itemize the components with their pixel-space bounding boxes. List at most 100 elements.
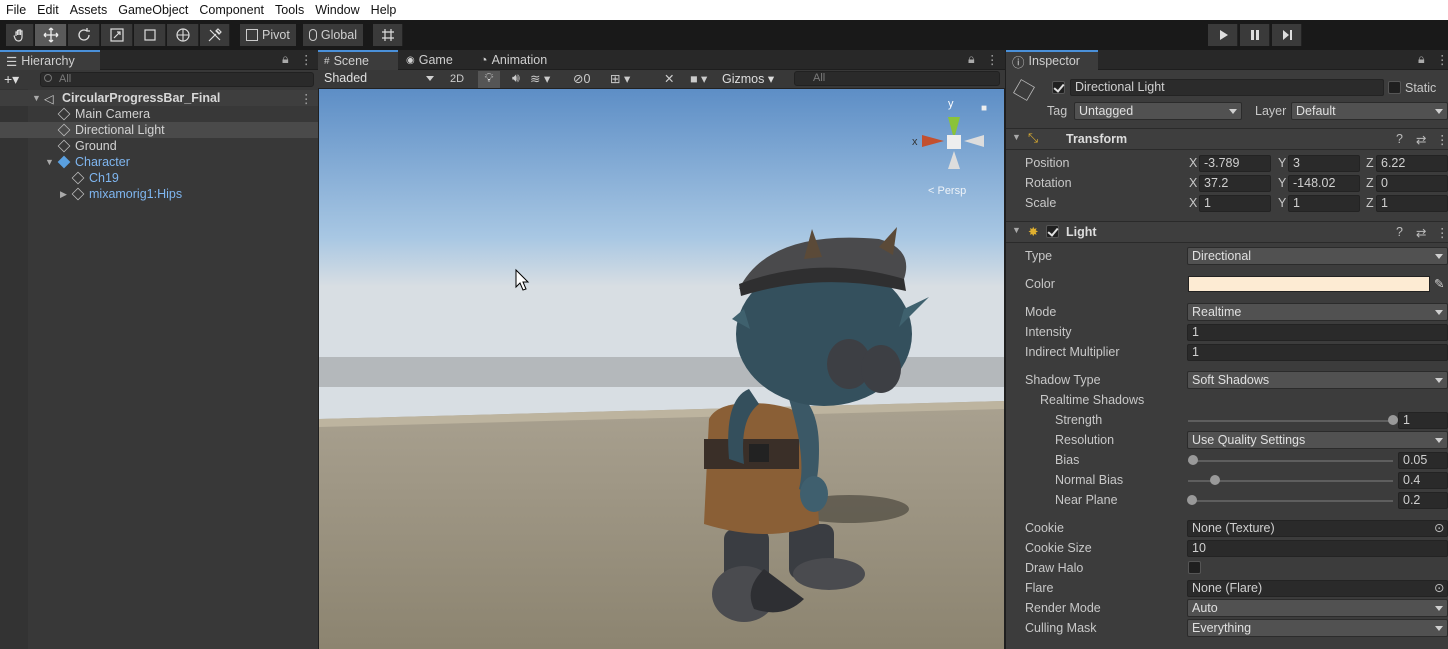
position-y-field[interactable]: 3 <box>1288 155 1360 172</box>
hierarchy-search-input[interactable]: All <box>40 72 314 87</box>
normal-bias-slider-handle[interactable] <box>1209 475 1220 485</box>
transform-tool-icon[interactable] <box>167 24 199 46</box>
menu-tools[interactable]: Tools <box>269 3 309 17</box>
scale-x-field[interactable]: 1 <box>1199 195 1271 212</box>
light-header[interactable]: ▼ ✸ Light ? ⇄ ⋮ <box>1006 221 1448 243</box>
menu-file[interactable]: File <box>0 3 31 17</box>
list-item[interactable]: Ch19 <box>0 170 318 186</box>
inspector-lock-icon[interactable]: 🔒︎ <box>1418 52 1425 67</box>
indirect-multiplier-field[interactable]: 1 <box>1187 344 1448 361</box>
rotation-y-field[interactable]: -148.02 <box>1288 175 1360 192</box>
rotate-tool-icon[interactable] <box>68 24 100 46</box>
menu-help[interactable]: Help <box>365 3 402 17</box>
pause-button[interactable] <box>1240 24 1270 46</box>
scale-y-field[interactable]: 1 <box>1288 195 1360 212</box>
layer-dropdown[interactable]: Default <box>1291 102 1448 120</box>
scale-z-field[interactable]: 1 <box>1376 195 1448 212</box>
move-tool-icon[interactable] <box>35 24 67 46</box>
component-menu-icon[interactable]: ⋮ <box>1436 132 1448 147</box>
collapse-arrow-icon[interactable]: ▶ <box>60 189 67 200</box>
cookie-size-field[interactable]: 10 <box>1187 540 1448 557</box>
list-item[interactable]: Main Camera <box>0 106 318 122</box>
intensity-field[interactable]: 1 <box>1187 324 1448 341</box>
culling-mask-dropdown[interactable]: Everything <box>1187 619 1448 637</box>
scene-menu-icon[interactable]: ⋮ <box>986 52 999 67</box>
shadow-type-dropdown[interactable]: Soft Shadows <box>1187 371 1448 389</box>
tab-hierarchy[interactable]: ☰ Hierarchy <box>0 50 100 70</box>
grid-snap-icon[interactable] <box>373 24 403 46</box>
tag-dropdown[interactable]: Untagged <box>1074 102 1242 120</box>
foldout-arrow-icon[interactable]: ▼ <box>1012 225 1021 235</box>
light-type-dropdown[interactable]: Directional <box>1187 247 1448 265</box>
strength-slider-track[interactable] <box>1188 420 1393 422</box>
add-object-button[interactable]: +▾ <box>4 71 19 88</box>
tools-icon[interactable]: ✕ <box>664 71 682 88</box>
object-picker-icon[interactable]: ⊙ <box>1434 520 1444 535</box>
flare-object-field[interactable]: None (Flare) <box>1187 580 1448 597</box>
menu-edit[interactable]: Edit <box>31 3 64 17</box>
expand-arrow-icon[interactable]: ▼ <box>45 157 54 167</box>
near-plane-slider-track[interactable] <box>1188 500 1393 502</box>
list-item[interactable]: ▼ Character <box>0 154 318 170</box>
help-icon[interactable]: ? <box>1396 132 1403 146</box>
static-checkbox[interactable] <box>1388 81 1401 94</box>
rotation-x-field[interactable]: 37.2 <box>1199 175 1271 192</box>
light-enabled-checkbox[interactable] <box>1046 225 1059 238</box>
scene-search-input[interactable]: All <box>794 71 1000 86</box>
near-plane-field[interactable]: 0.2 <box>1398 492 1448 509</box>
scale-tool-icon[interactable] <box>101 24 133 46</box>
eyedropper-icon[interactable]: ✎ <box>1434 276 1444 291</box>
camera-dropdown-icon[interactable]: ■ ▾ <box>690 71 718 88</box>
expand-arrow-icon[interactable]: ▼ <box>32 93 41 103</box>
help-icon[interactable]: ? <box>1396 225 1403 239</box>
normal-bias-field[interactable]: 0.4 <box>1398 472 1448 489</box>
tab-game[interactable]: ◉ Game <box>400 50 470 70</box>
global-toggle[interactable]: Global <box>303 24 363 46</box>
grid-dropdown-icon[interactable]: ⊞ ▾ <box>610 71 644 88</box>
step-button[interactable] <box>1272 24 1302 46</box>
hidden-objects-icon[interactable]: ⊘0 <box>573 71 603 88</box>
bias-slider-track[interactable] <box>1188 460 1393 462</box>
play-button[interactable] <box>1208 24 1238 46</box>
list-item[interactable]: ▶ mixamorig1:Hips <box>0 186 318 202</box>
active-checkbox[interactable] <box>1052 81 1065 94</box>
menu-component[interactable]: Component <box>193 3 269 17</box>
render-mode-dropdown[interactable]: Auto <box>1187 599 1448 617</box>
effects-dropdown-icon[interactable]: ≋ ▾ <box>530 71 564 88</box>
presets-icon[interactable]: ⇄ <box>1416 225 1426 240</box>
resolution-dropdown[interactable]: Use Quality Settings <box>1187 431 1448 449</box>
presets-icon[interactable]: ⇄ <box>1416 132 1426 147</box>
foldout-arrow-icon[interactable]: ▼ <box>1012 132 1021 142</box>
lock-icon[interactable]: 🔒︎ <box>282 52 289 67</box>
tab-scene[interactable]: # Scene <box>318 50 398 70</box>
hand-tool-icon[interactable] <box>6 24 34 46</box>
rotation-z-field[interactable]: 0 <box>1376 175 1448 192</box>
more-options-icon[interactable]: ⋮ <box>300 52 313 67</box>
shading-mode-dropdown[interactable]: Shaded <box>320 70 438 88</box>
mode-2d-toggle[interactable]: 2D <box>446 71 468 88</box>
light-mode-dropdown[interactable]: Realtime <box>1187 303 1448 321</box>
strength-field[interactable]: 1 <box>1398 412 1448 429</box>
strength-slider-handle[interactable] <box>1388 415 1398 425</box>
position-z-field[interactable]: 6.22 <box>1376 155 1448 172</box>
pivot-toggle[interactable]: Pivot <box>240 24 296 46</box>
gizmo-lock-icon[interactable]: ■ <box>981 103 987 114</box>
gizmos-dropdown[interactable]: Gizmos ▾ <box>722 71 788 88</box>
tab-inspector[interactable]: ⓘ Inspector <box>1006 50 1098 70</box>
scene-row[interactable]: ▼ ◁ CircularProgressBar_Final ⋮ <box>0 90 318 106</box>
object-name-field[interactable]: Directional Light <box>1070 79 1384 96</box>
rect-tool-icon[interactable] <box>134 24 166 46</box>
audio-toggle-icon[interactable]: 🔊︎ <box>506 71 526 88</box>
inspector-menu-icon[interactable]: ⋮ <box>1436 52 1448 67</box>
persp-label[interactable]: < Persp <box>928 185 966 197</box>
bias-field[interactable]: 0.05 <box>1398 452 1448 469</box>
menu-window[interactable]: Window <box>309 3 364 17</box>
scene-viewport[interactable]: y x < Persp ■ <box>319 89 1004 649</box>
component-menu-icon[interactable]: ⋮ <box>1436 225 1448 240</box>
draw-halo-checkbox[interactable] <box>1188 561 1201 574</box>
scene-lock-icon[interactable]: 🔒︎ <box>968 52 975 67</box>
menu-assets[interactable]: Assets <box>64 3 113 17</box>
scene-menu-icon[interactable]: ⋮ <box>300 91 313 106</box>
transform-header[interactable]: ▼ ⤡ Transform ? ⇄ ⋮ <box>1006 128 1448 150</box>
cookie-object-field[interactable]: None (Texture) <box>1187 520 1448 537</box>
